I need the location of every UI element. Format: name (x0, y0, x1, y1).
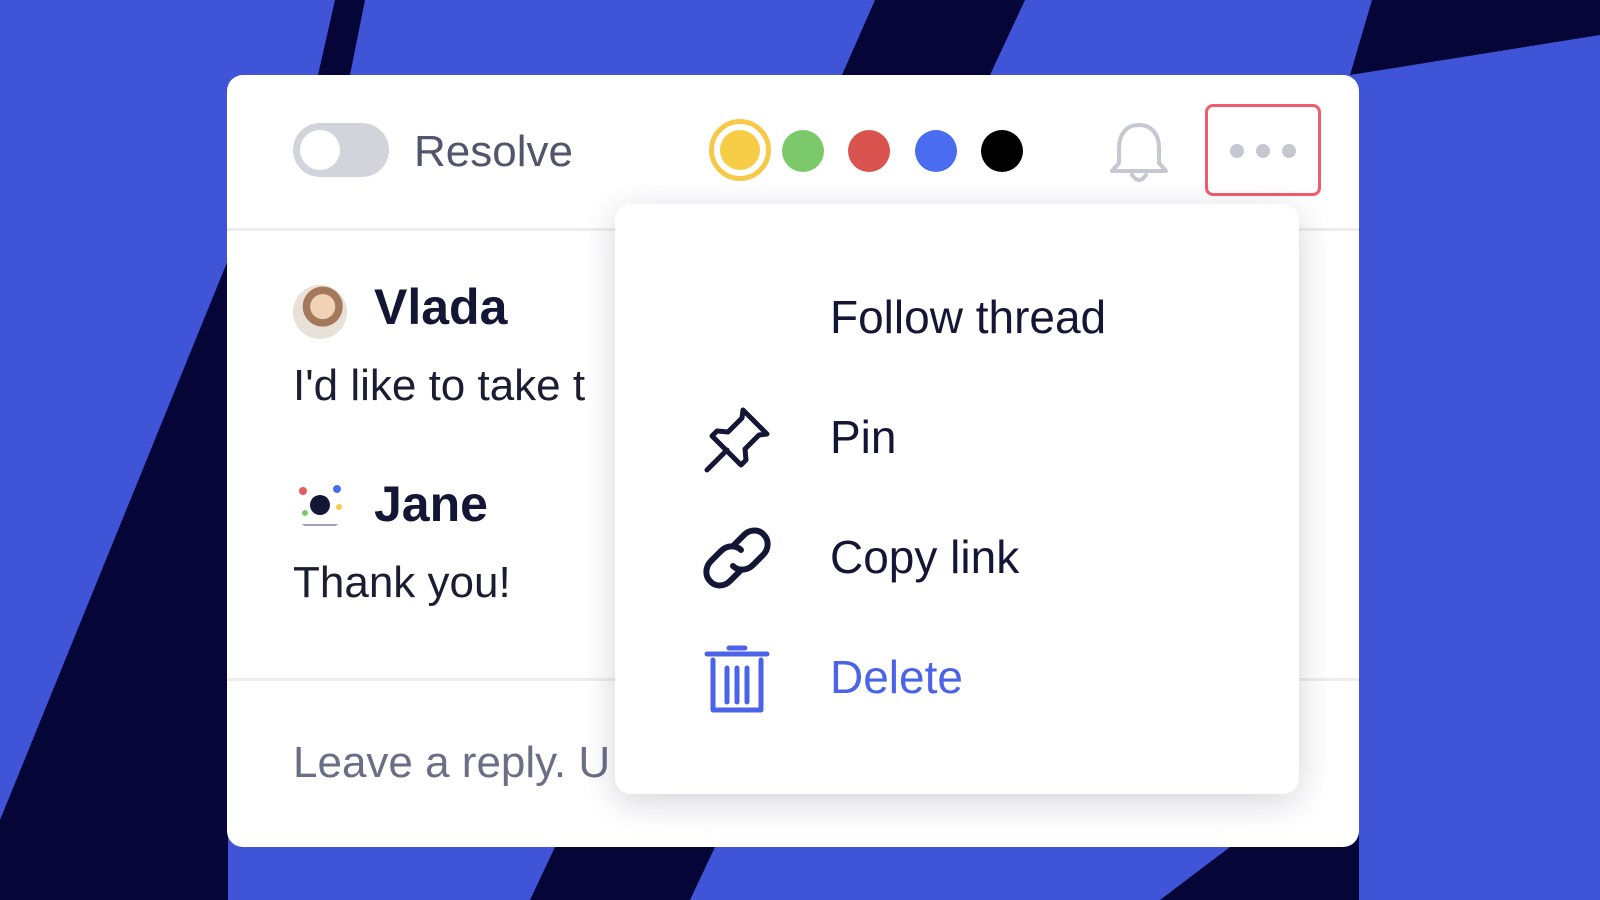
trash-icon (704, 645, 770, 713)
menu-item-label: Delete (830, 651, 963, 703)
menu-item-label: Follow thread (830, 291, 1107, 343)
resolve-toggle[interactable] (293, 123, 389, 177)
comment-text: Thank you! (293, 558, 511, 607)
menu-item-label: Copy link (830, 531, 1020, 583)
menu-item-pin[interactable]: Pin (615, 392, 1299, 492)
resolve-label: Resolve (414, 127, 573, 176)
more-options-button[interactable] (1205, 104, 1321, 196)
avatar-vlada[interactable] (293, 285, 347, 339)
menu-item-label: Pin (830, 411, 897, 463)
color-swatch-black[interactable] (981, 130, 1023, 172)
bell-icon[interactable] (1103, 117, 1175, 189)
color-swatch-blue[interactable] (915, 130, 957, 172)
color-swatch-red[interactable] (848, 130, 890, 172)
thread-options-menu: Follow thread Pin Copy link Delete (615, 204, 1299, 794)
comment-text: I'd like to take t (293, 361, 586, 410)
menu-item-delete[interactable]: Delete (615, 632, 1299, 732)
toggle-knob (300, 130, 340, 170)
menu-item-copy-link[interactable]: Copy link (615, 512, 1299, 612)
menu-item-follow-thread[interactable]: Follow thread (615, 272, 1299, 372)
comment-author[interactable]: Jane (374, 475, 488, 533)
color-swatch-green[interactable] (782, 130, 824, 172)
pin-icon (704, 407, 770, 473)
color-swatch-yellow[interactable] (709, 119, 771, 181)
comment-author[interactable]: Vlada (374, 278, 507, 336)
color-swatch-yellow-fill (720, 130, 760, 170)
more-horizontal-icon (1230, 144, 1296, 158)
link-icon (703, 527, 771, 589)
reply-input[interactable]: Leave a reply. U (293, 738, 610, 788)
avatar-jane[interactable] (293, 477, 347, 531)
